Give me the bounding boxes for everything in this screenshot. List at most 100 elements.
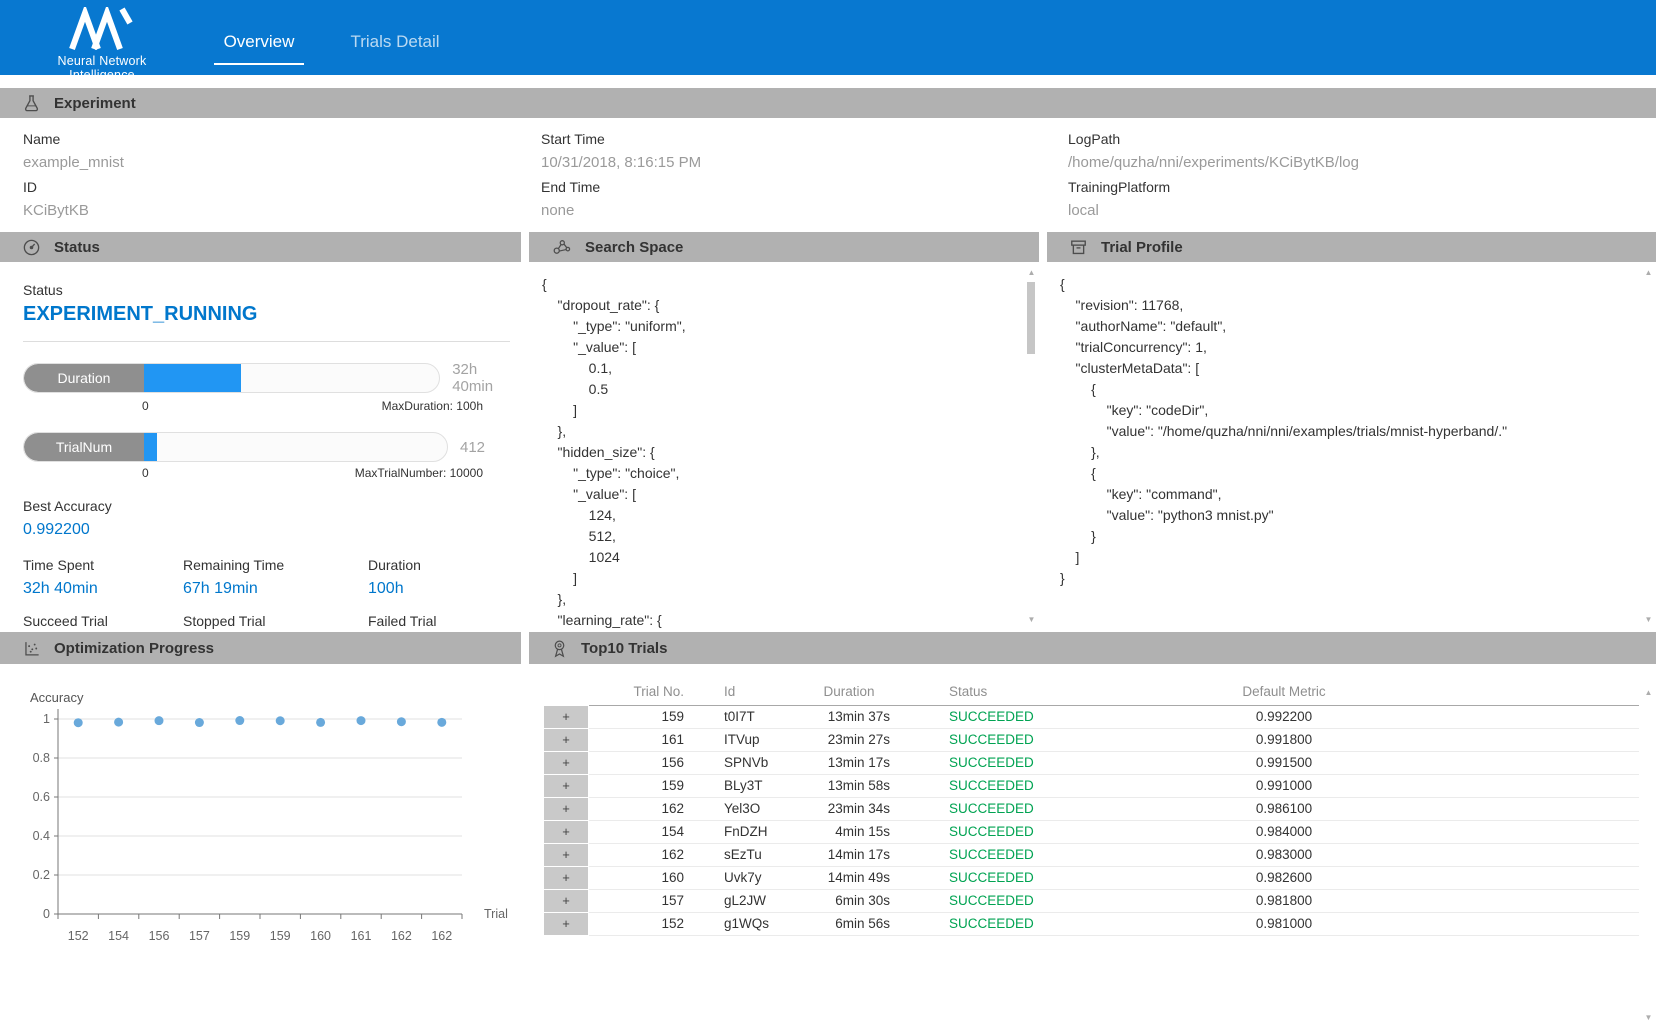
- section-title: Trial Profile: [1101, 239, 1183, 256]
- svg-text:157: 157: [189, 929, 210, 943]
- duration-bar-caption: 0 MaxDuration: 100h: [23, 399, 483, 413]
- best-accuracy-label: Best Accuracy: [23, 498, 521, 514]
- data-point: [114, 718, 123, 727]
- expand-row-button[interactable]: +: [544, 821, 588, 843]
- top10-scrollbar: ▲ ▼: [1642, 664, 1655, 1030]
- cell-default-metric: 0.991800: [1074, 728, 1494, 751]
- cell-trial-no: 161: [589, 728, 684, 751]
- expand-row-button[interactable]: +: [544, 752, 588, 774]
- table-row: +161ITVup23min 27sSUCCEEDED0.991800: [529, 728, 1639, 751]
- experiment-body: Name example_mnist ID KCiBytKB Start Tim…: [0, 118, 1656, 232]
- data-point: [155, 716, 164, 725]
- section-title: Optimization Progress: [54, 640, 214, 657]
- data-point: [437, 718, 446, 727]
- cell-status: SUCCEEDED: [904, 866, 1074, 889]
- logpath-label: LogPath: [1068, 131, 1656, 147]
- duration-bar-track: [144, 364, 439, 392]
- cell-duration: 6min 56s: [794, 912, 904, 935]
- svg-text:161: 161: [351, 929, 372, 943]
- expand-row-button[interactable]: +: [544, 890, 588, 912]
- stat-duration: Duration 100h: [368, 557, 521, 598]
- status-field-label: Status: [23, 282, 521, 298]
- table-row: +156SPNVb13min 17sSUCCEEDED0.991500: [529, 751, 1639, 774]
- trialnum-bar-label: TrialNum: [24, 433, 144, 461]
- scroll-up-icon[interactable]: ▲: [1025, 268, 1038, 277]
- brand-text: Neural Network Intelligence: [26, 54, 178, 82]
- svg-text:160: 160: [310, 929, 331, 943]
- cell-default-metric: 0.992200: [1074, 705, 1494, 728]
- trial-profile-json: { "revision": 11768, "authorName": "defa…: [1047, 262, 1656, 589]
- scroll-up-icon[interactable]: ▲: [1642, 688, 1655, 697]
- expand-row-button[interactable]: +: [544, 798, 588, 820]
- trialnum-bar-fill: [144, 433, 157, 461]
- y-axis-title: Accuracy: [30, 690, 84, 705]
- cell-default-metric: 0.986100: [1074, 797, 1494, 820]
- svg-text:0.4: 0.4: [33, 829, 50, 843]
- cell-trial-no: 157: [589, 889, 684, 912]
- cell-trial-no: 159: [589, 705, 684, 728]
- gauge-icon: [22, 238, 41, 257]
- expand-row-button[interactable]: +: [544, 867, 588, 889]
- start-time-value: 10/31/2018, 8:16:15 PM: [541, 154, 1068, 171]
- svg-text:0.2: 0.2: [33, 868, 50, 882]
- cell-duration: 4min 15s: [794, 820, 904, 843]
- cell-id: SPNVb: [684, 751, 794, 774]
- duration-bar-min: 0: [142, 399, 149, 413]
- stat-time-spent: Time Spent 32h 40min: [23, 557, 183, 598]
- data-point: [397, 717, 406, 726]
- cell-status: SUCCEEDED: [904, 705, 1074, 728]
- cell-default-metric: 0.991000: [1074, 774, 1494, 797]
- end-time-value: none: [541, 202, 1068, 219]
- expand-row-button[interactable]: +: [544, 913, 588, 935]
- table-row: +152g1WQs6min 56sSUCCEEDED0.981000: [529, 912, 1639, 935]
- name-value: example_mnist: [23, 154, 541, 171]
- table-row: +154FnDZH4min 15sSUCCEEDED0.984000: [529, 820, 1639, 843]
- trial-profile-section-header: Trial Profile: [1047, 232, 1656, 262]
- scroll-down-icon[interactable]: ▼: [1025, 615, 1038, 624]
- cell-duration: 14min 17s: [794, 843, 904, 866]
- duration-bar-fill: [144, 364, 241, 392]
- data-point: [195, 718, 204, 727]
- scroll-down-icon[interactable]: ▼: [1642, 615, 1655, 624]
- data-point: [357, 716, 366, 725]
- expand-row-button[interactable]: +: [544, 729, 588, 751]
- expand-row-button[interactable]: +: [544, 844, 588, 866]
- svg-text:152: 152: [68, 929, 89, 943]
- id-value: KCiBytKB: [23, 202, 541, 219]
- nni-overview-page: Neural Network Intelligence Overview Tri…: [0, 0, 1656, 1030]
- svg-text:156: 156: [149, 929, 170, 943]
- stat-succeed-trial: Succeed Trial 403: [23, 613, 183, 632]
- scroll-down-icon[interactable]: ▼: [1642, 1013, 1655, 1022]
- expand-row-button[interactable]: +: [544, 706, 588, 728]
- cell-id: Uvk7y: [684, 866, 794, 889]
- column-header-trial-no: Trial No.: [589, 678, 684, 705]
- tab-trials-detail[interactable]: Trials Detail: [350, 32, 440, 65]
- logpath-value: /home/quzha/nni/experiments/KCiBytKB/log: [1068, 154, 1656, 171]
- table-row: +159BLy3T13min 58sSUCCEEDED0.991000: [529, 774, 1639, 797]
- optimization-chart: Accuracy00.20.40.60.81152154156157159159…: [0, 684, 521, 974]
- cell-id: t0I7T: [684, 705, 794, 728]
- start-time-label: Start Time: [541, 131, 1068, 147]
- svg-text:159: 159: [270, 929, 291, 943]
- top10-table-body: +159t0I7T13min 37sSUCCEEDED0.992200+161I…: [529, 705, 1639, 935]
- expand-row-button[interactable]: +: [544, 775, 588, 797]
- tab-overview[interactable]: Overview: [214, 32, 304, 65]
- cell-trial-no: 152: [589, 912, 684, 935]
- svg-text:0: 0: [43, 907, 50, 921]
- scroll-up-icon[interactable]: ▲: [1642, 268, 1655, 277]
- brand[interactable]: Neural Network Intelligence: [26, 7, 178, 82]
- svg-text:1: 1: [43, 712, 50, 726]
- cell-default-metric: 0.983000: [1074, 843, 1494, 866]
- search-space-section-header: Search Space: [529, 232, 1039, 262]
- trialnum-progress-row: TrialNum 412: [23, 432, 521, 462]
- scrollbar-thumb[interactable]: [1027, 282, 1035, 354]
- cell-duration: 6min 30s: [794, 889, 904, 912]
- search-space-json: { "dropout_rate": { "_type": "uniform", …: [529, 262, 1039, 631]
- top10-body: Trial No. Id Duration Status Default Met…: [529, 664, 1656, 1030]
- cell-status: SUCCEEDED: [904, 843, 1074, 866]
- cell-trial-no: 160: [589, 866, 684, 889]
- cell-id: FnDZH: [684, 820, 794, 843]
- top10-panel: Top10 Trials Trial No. Id Duration Statu…: [529, 632, 1656, 1030]
- divider: [23, 341, 510, 342]
- expand-column-header: [529, 678, 589, 705]
